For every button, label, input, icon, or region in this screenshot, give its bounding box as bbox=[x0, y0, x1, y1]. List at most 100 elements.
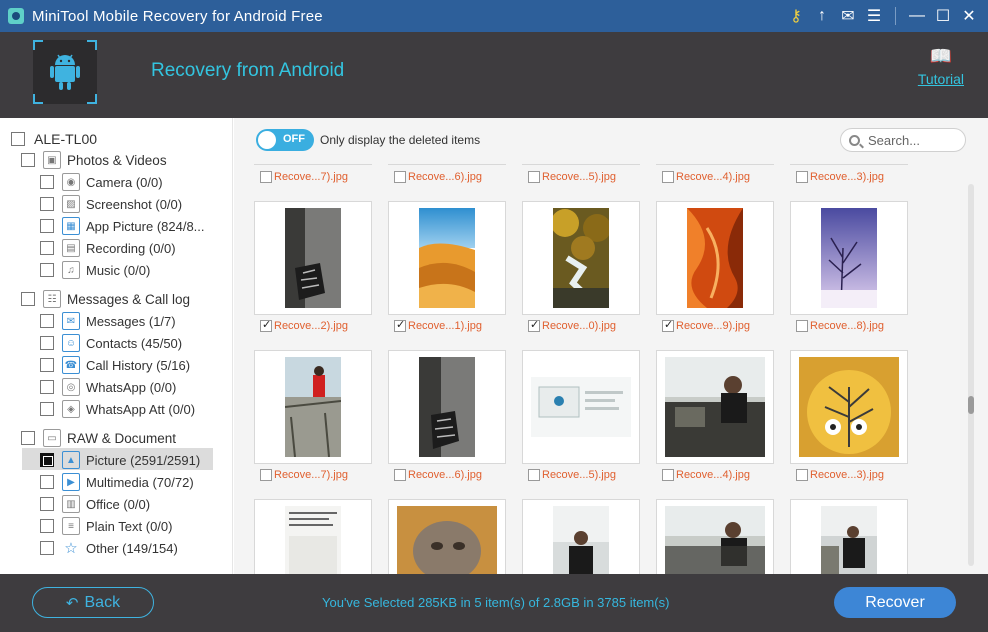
item-checkbox[interactable] bbox=[40, 380, 54, 394]
file-caption[interactable]: Recove...3).jpg bbox=[796, 171, 884, 183]
tree-item-contacts[interactable]: ☺ Contacts (45/50) bbox=[40, 333, 182, 353]
file-checkbox[interactable] bbox=[796, 320, 808, 332]
file-checkbox[interactable] bbox=[260, 318, 272, 332]
file-caption[interactable]: Recove...2).jpg bbox=[260, 318, 348, 332]
file-checkbox[interactable] bbox=[796, 469, 808, 481]
tree-item-other[interactable]: ☆ Other (149/154) bbox=[40, 538, 178, 558]
tree-group-messages-call-log[interactable]: ☷ Messages & Call log bbox=[21, 289, 190, 309]
tree-item-camera[interactable]: ◉ Camera (0/0) bbox=[40, 172, 163, 192]
file-caption[interactable]: Recove...3).jpg bbox=[796, 469, 884, 481]
item-checkbox[interactable] bbox=[40, 175, 54, 189]
photo-tile[interactable] bbox=[522, 350, 640, 464]
item-checkbox[interactable] bbox=[40, 263, 54, 277]
file-checkbox[interactable] bbox=[528, 171, 540, 183]
menu-icon[interactable]: ☰ bbox=[861, 3, 887, 29]
upgrade-arrow-icon[interactable]: ↑ bbox=[809, 3, 835, 29]
item-checkbox[interactable] bbox=[40, 497, 54, 511]
device-checkbox[interactable] bbox=[11, 132, 25, 146]
maximize-icon[interactable]: ☐ bbox=[930, 3, 956, 29]
file-checkbox[interactable] bbox=[528, 318, 540, 332]
file-caption[interactable]: Recove...1).jpg bbox=[394, 318, 482, 332]
file-caption[interactable]: Recove...4).jpg bbox=[662, 171, 750, 183]
tree-item-call-history[interactable]: ☎ Call History (5/16) bbox=[40, 355, 190, 375]
tree-item-whatsapp[interactable]: ◎ WhatsApp (0/0) bbox=[40, 377, 176, 397]
item-checkbox[interactable] bbox=[40, 336, 54, 350]
file-checkbox[interactable] bbox=[796, 171, 808, 183]
photo-tile[interactable] bbox=[388, 350, 506, 464]
book-icon: 📖 bbox=[929, 46, 953, 66]
tree-item-screenshot[interactable]: ▨ Screenshot (0/0) bbox=[40, 194, 182, 214]
vertical-scrollbar[interactable] bbox=[968, 184, 974, 566]
photo-tile[interactable] bbox=[254, 201, 372, 315]
group-checkbox[interactable] bbox=[21, 431, 35, 445]
back-button[interactable]: ↶ Back bbox=[32, 587, 154, 618]
tree-item-whatsapp-att[interactable]: ◈ WhatsApp Att (0/0) bbox=[40, 399, 195, 419]
photo-tile[interactable] bbox=[790, 499, 908, 574]
group-checkbox[interactable] bbox=[21, 292, 35, 306]
minimize-icon[interactable]: — bbox=[904, 3, 930, 29]
tree-item-recording[interactable]: ▤ Recording (0/0) bbox=[40, 238, 176, 258]
file-caption[interactable]: Recove...4).jpg bbox=[662, 469, 750, 481]
file-caption[interactable]: Recove...9).jpg bbox=[662, 318, 750, 332]
file-checkbox[interactable] bbox=[394, 318, 406, 332]
file-caption[interactable]: Recove...8).jpg bbox=[796, 320, 884, 332]
tree-item-multimedia[interactable]: ▶ Multimedia (70/72) bbox=[40, 472, 194, 492]
tutorial-link[interactable]: 📖 Tutorial bbox=[918, 46, 964, 89]
item-checkbox[interactable] bbox=[40, 241, 54, 255]
photo-tile[interactable] bbox=[254, 350, 372, 464]
tree-group-photos-videos[interactable]: ▣ Photos & Videos bbox=[21, 150, 167, 170]
file-caption[interactable]: Recove...5).jpg bbox=[528, 171, 616, 183]
file-checkbox[interactable] bbox=[260, 171, 272, 183]
key-icon[interactable]: ⚷ bbox=[783, 3, 809, 29]
file-caption[interactable]: Recove...6).jpg bbox=[394, 171, 482, 183]
photo-thumbnail bbox=[665, 357, 765, 457]
photo-tile[interactable] bbox=[388, 499, 506, 574]
file-caption[interactable]: Recove...5).jpg bbox=[528, 469, 616, 481]
tree-item-messages[interactable]: ✉ Messages (1/7) bbox=[40, 311, 176, 331]
tree-item-app-picture[interactable]: ▦ App Picture (824/8... bbox=[40, 216, 205, 236]
mail-icon[interactable]: ✉ bbox=[835, 3, 861, 29]
photo-tile[interactable] bbox=[656, 350, 774, 464]
file-caption[interactable]: Recove...0).jpg bbox=[528, 318, 616, 332]
file-checkbox[interactable] bbox=[662, 318, 674, 332]
item-checkbox[interactable] bbox=[40, 314, 54, 328]
file-checkbox[interactable] bbox=[528, 469, 540, 481]
file-checkbox[interactable] bbox=[662, 171, 674, 183]
item-checkbox[interactable] bbox=[40, 453, 54, 467]
photo-tile[interactable] bbox=[388, 201, 506, 315]
file-caption[interactable]: Recove...7).jpg bbox=[260, 171, 348, 183]
tree-device[interactable]: ALE-TL00 bbox=[11, 129, 97, 149]
tree-group-raw-document[interactable]: ▭ RAW & Document bbox=[21, 428, 176, 448]
close-icon[interactable]: ✕ bbox=[956, 3, 982, 29]
search-input[interactable] bbox=[868, 132, 958, 148]
item-checkbox[interactable] bbox=[40, 519, 54, 533]
photo-tile[interactable] bbox=[790, 350, 908, 464]
tree-item-plain-text[interactable]: ≡ Plain Text (0/0) bbox=[40, 516, 172, 536]
search-box[interactable] bbox=[840, 128, 966, 152]
tree-item-office[interactable]: ▥ Office (0/0) bbox=[40, 494, 150, 514]
file-caption[interactable]: Recove...6).jpg bbox=[394, 469, 482, 481]
photo-tile[interactable] bbox=[522, 201, 640, 315]
file-checkbox[interactable] bbox=[394, 469, 406, 481]
item-checkbox[interactable] bbox=[40, 219, 54, 233]
photo-tile[interactable] bbox=[656, 499, 774, 574]
photo-tile[interactable] bbox=[522, 499, 640, 574]
photo-tile[interactable] bbox=[790, 201, 908, 315]
scrollbar-thumb[interactable] bbox=[968, 396, 974, 414]
tree-item-music[interactable]: ♫ Music (0/0) bbox=[40, 260, 150, 280]
recover-button[interactable]: Recover bbox=[834, 587, 956, 618]
file-checkbox[interactable] bbox=[662, 469, 674, 481]
group-checkbox[interactable] bbox=[21, 153, 35, 167]
deleted-only-toggle[interactable]: OFF bbox=[256, 129, 314, 151]
file-checkbox[interactable] bbox=[260, 469, 272, 481]
photo-tile[interactable] bbox=[254, 499, 372, 574]
photo-tile[interactable] bbox=[656, 201, 774, 315]
item-checkbox[interactable] bbox=[40, 358, 54, 372]
tree-item-picture[interactable]: ▲ Picture (2591/2591) bbox=[40, 450, 200, 470]
item-checkbox[interactable] bbox=[40, 402, 54, 416]
file-caption[interactable]: Recove...7).jpg bbox=[260, 469, 348, 481]
item-checkbox[interactable] bbox=[40, 197, 54, 211]
file-checkbox[interactable] bbox=[394, 171, 406, 183]
item-checkbox[interactable] bbox=[40, 475, 54, 489]
item-checkbox[interactable] bbox=[40, 541, 54, 555]
